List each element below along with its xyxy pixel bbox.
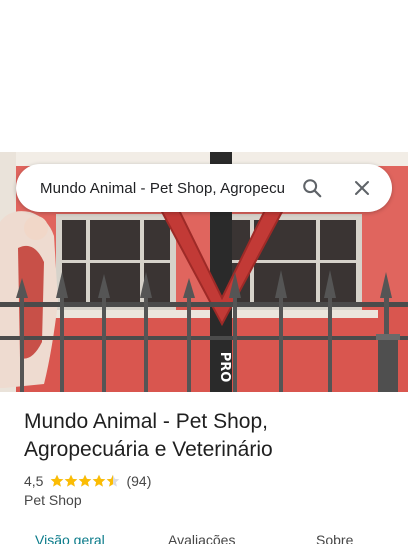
review-count[interactable]: (94)	[126, 473, 151, 489]
svg-text:PRO: PRO	[217, 352, 232, 383]
place-category[interactable]: Pet Shop	[24, 492, 82, 508]
place-title: Mundo Animal - Pet Shop, Agropecuária e …	[24, 410, 273, 461]
star-icon	[93, 474, 106, 487]
rating-value: 4,5	[24, 473, 44, 489]
star-rating	[50, 474, 120, 488]
close-icon	[355, 181, 369, 195]
star-icon	[107, 474, 120, 487]
tab-about[interactable]: Sobre	[316, 532, 353, 544]
search-button[interactable]	[297, 173, 327, 203]
star-icon	[51, 474, 64, 487]
search-input[interactable]: Mundo Animal - Pet Shop, Agropecu	[40, 180, 288, 197]
search-icon	[303, 179, 322, 198]
star-icon	[79, 474, 92, 487]
tab-reviews[interactable]: Avaliações	[168, 532, 235, 544]
rating-row[interactable]: 4,5 (94)	[24, 471, 151, 491]
star-icon	[65, 474, 78, 487]
close-button[interactable]	[347, 173, 377, 203]
tab-overview[interactable]: Visão geral	[35, 532, 105, 544]
search-bar[interactable]: Mundo Animal - Pet Shop, Agropecu	[16, 164, 392, 212]
tab-bar: Visão geral Avaliações Sobre	[0, 528, 408, 544]
